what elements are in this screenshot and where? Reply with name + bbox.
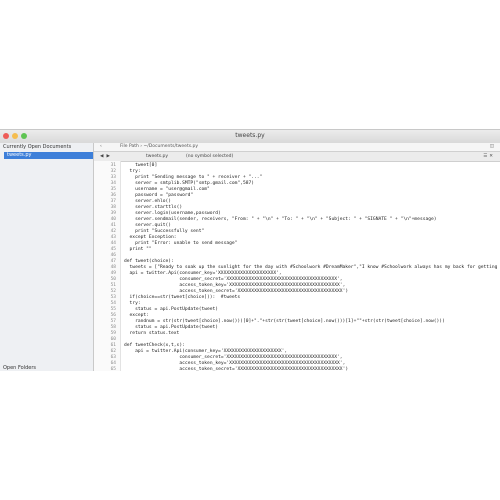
- line-number: 48: [110, 264, 116, 270]
- code-line[interactable]: status = api.PostUpdate(tweet): [135, 307, 218, 312]
- line-number: 64: [110, 360, 116, 366]
- file-path: File Path › ~/Documents/tweets.py: [120, 144, 199, 149]
- sidebar-header: Currently Open Documents: [3, 144, 72, 150]
- code-line[interactable]: access_token_secret='XXXXXXXXXXXXXXXXXXX…: [179, 289, 348, 294]
- file-selector[interactable]: tweets.py: [146, 152, 168, 161]
- code-line[interactable]: server.sendmail(sender, receivers, "From…: [135, 217, 436, 222]
- code-line[interactable]: api = twitter.Api(consumer_key='XXXXXXXX…: [130, 271, 282, 276]
- line-number: 46: [110, 252, 116, 258]
- line-number: 53: [110, 294, 116, 300]
- line-number: 47: [110, 258, 116, 264]
- code-line[interactable]: def tweet(choice):: [124, 259, 174, 264]
- line-number: 33: [110, 174, 116, 180]
- back-forward-icon[interactable]: ◀▶: [100, 152, 113, 161]
- line-number: 63: [110, 354, 116, 360]
- code-line[interactable]: print "Error: unable to send message": [135, 241, 237, 246]
- line-number: 59: [110, 330, 116, 336]
- line-number: 31: [110, 162, 116, 168]
- line-number: 56: [110, 312, 116, 318]
- code-line[interactable]: server.login(username,password): [135, 211, 221, 216]
- title-bar: tweets.py: [0, 130, 500, 144]
- line-number: 41: [110, 222, 116, 228]
- code-line[interactable]: tweets = ["Ready to soak up the sunlight…: [130, 265, 498, 270]
- line-number: 57: [110, 318, 116, 324]
- line-number: 43: [110, 234, 116, 240]
- code-line[interactable]: if(choice==str(tweet[choice])): #tweets: [130, 295, 241, 300]
- code-line[interactable]: access_token_key='XXXXXXXXXXXXXXXXXXXXXX…: [179, 361, 345, 366]
- line-number: 58: [110, 324, 116, 330]
- code-line[interactable]: server.ehlo(): [135, 199, 171, 204]
- line-number: 65: [110, 366, 116, 372]
- line-number: 37: [110, 198, 116, 204]
- chevron-left-icon[interactable]: ‹: [100, 143, 102, 151]
- code-line[interactable]: password = "password": [135, 193, 193, 198]
- line-number: 45: [110, 246, 116, 252]
- code-line[interactable]: server.starttls(): [135, 205, 182, 210]
- main-pane: ‹ File Path › ~/Documents/tweets.py ◫ ◀▶…: [94, 143, 500, 371]
- code-line[interactable]: access_token_secret='XXXXXXXXXXXXXXXXXXX…: [179, 367, 348, 372]
- line-number: 40: [110, 216, 116, 222]
- line-number: 32: [110, 168, 116, 174]
- line-number-gutter: 31 32 33 34 35 36 37 38 39 40 41 42 43 44 45 46 47 48 49 50…: [94, 161, 121, 371]
- line-number: 62: [110, 348, 116, 354]
- code-line[interactable]: username = "user@gmail.com": [135, 187, 210, 192]
- window-title: tweets.py: [235, 132, 265, 139]
- code-line[interactable]: try:: [130, 301, 141, 306]
- line-number: 44: [110, 240, 116, 246]
- code-line[interactable]: print "Sending message to " + receiver +…: [135, 175, 262, 180]
- sidebar-footer[interactable]: Open Folders: [3, 365, 36, 371]
- line-number: 42: [110, 228, 116, 234]
- line-number: 54: [110, 300, 116, 306]
- code-line[interactable]: except:: [130, 313, 149, 318]
- code-line[interactable]: consumer_secret='XXXXXXXXXXXXXXXXXXXXXXX…: [179, 277, 342, 282]
- code-line[interactable]: api = twitter.Api(consumer_key='XXXXXXXX…: [135, 349, 287, 354]
- code-line[interactable]: access_token_key='XXXXXXXXXXXXXXXXXXXXXX…: [179, 283, 345, 288]
- line-number: 55: [110, 306, 116, 312]
- code-line[interactable]: try:: [130, 169, 141, 174]
- editor-window: tweets.py Currently Open Documents tweet…: [0, 129, 500, 371]
- code-line[interactable]: consumer_secret='XXXXXXXXXXXXXXXXXXXXXXX…: [179, 355, 342, 360]
- line-number: 52: [110, 288, 116, 294]
- line-number: 35: [110, 186, 116, 192]
- code-line[interactable]: server.quit(): [135, 223, 171, 228]
- line-number: 38: [110, 204, 116, 210]
- code-line[interactable]: print "": [130, 247, 152, 252]
- line-number: 60: [110, 336, 116, 342]
- line-number: 36: [110, 192, 116, 198]
- symbol-selector[interactable]: (no symbol selected): [186, 152, 233, 161]
- sidebar: Currently Open Documents tweets.py Open …: [0, 143, 94, 371]
- line-number: 51: [110, 282, 116, 288]
- code-line[interactable]: server = smtplib.SMTP("smtp.gmail.com",5…: [135, 181, 254, 186]
- line-number: 34: [110, 180, 116, 186]
- path-bar: ‹ File Path › ~/Documents/tweets.py ◫: [94, 143, 500, 152]
- code-editor[interactable]: 31 32 33 34 35 36 37 38 39 40 41 42 43 44 45 46 47 48 49 50…: [94, 161, 500, 371]
- line-number: 50: [110, 276, 116, 282]
- code-area[interactable]: tweet[0] try: print "Sending message to " …: [124, 161, 500, 372]
- toolbar-icons[interactable]: ☰✕: [483, 152, 495, 161]
- sidebar-item-tweets[interactable]: tweets.py: [4, 152, 93, 159]
- line-number: 49: [110, 270, 116, 276]
- code-line[interactable]: return status.text: [130, 331, 180, 336]
- code-line[interactable]: def tweetCheck(x,t,s):: [124, 343, 185, 348]
- code-line[interactable]: except Exception:: [130, 235, 177, 240]
- code-line[interactable]: randnum = str(str(tweet[choice].now()))[…: [135, 319, 445, 324]
- split-view-icon[interactable]: ◫: [490, 143, 496, 151]
- line-number: 39: [110, 210, 116, 216]
- code-line[interactable]: print "Successfully sent": [135, 229, 204, 234]
- code-line[interactable]: tweet[0]: [135, 163, 157, 168]
- line-number: 61: [110, 342, 116, 348]
- code-line[interactable]: status = api.PostUpdate(tweet): [135, 325, 218, 330]
